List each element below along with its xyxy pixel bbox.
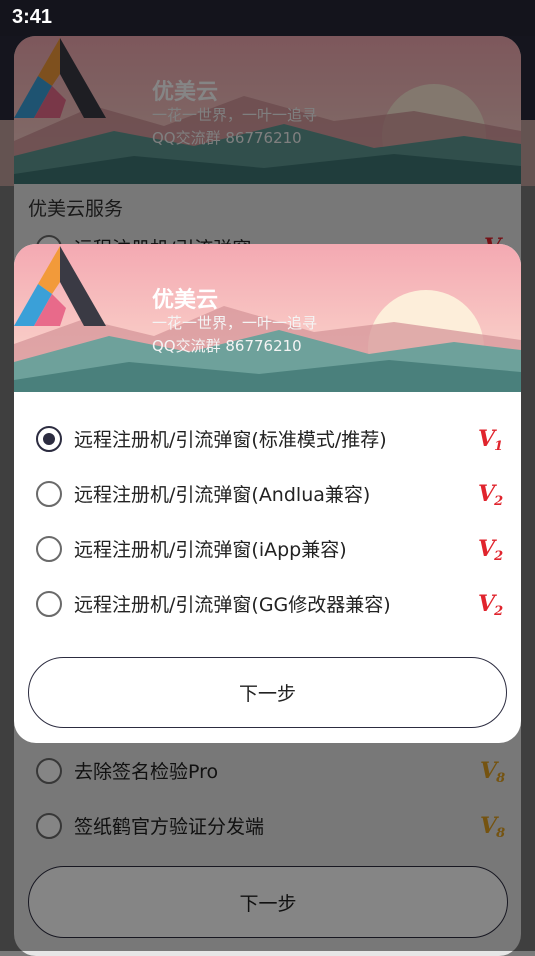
radio-button-selected[interactable] [36, 425, 62, 452]
option-label: 远程注册机/引流弹窗(Andlua兼容) [74, 484, 371, 506]
version-badge: V2 [478, 481, 504, 509]
radio-button[interactable] [36, 590, 62, 617]
next-button[interactable]: 下一步 [28, 657, 507, 728]
mode-select-dialog: 优美云 一花一世界，一叶一追寻 QQ交流群 86776210 远程注册机/引流弹… [14, 244, 521, 743]
radio-button[interactable] [36, 480, 62, 507]
dialog-hero-banner: 优美云 一花一世界，一叶一追寻 QQ交流群 86776210 [14, 244, 521, 392]
status-time: 3:41 [12, 6, 53, 28]
version-badge: V1 [478, 426, 504, 454]
version-badge: V2 [478, 591, 504, 619]
brand-title: 优美云 [152, 288, 219, 313]
brand-subtitle: 一花一世界，一叶一追寻 [152, 314, 318, 332]
option-iapp-compat[interactable]: 远程注册机/引流弹窗(iApp兼容) [36, 535, 347, 562]
app-logo [14, 246, 106, 326]
option-gg-compat[interactable]: 远程注册机/引流弹窗(GG修改器兼容) [36, 590, 391, 617]
option-label: 远程注册机/引流弹窗(iApp兼容) [74, 539, 347, 561]
radio-button[interactable] [36, 535, 62, 562]
option-andlua-compat[interactable]: 远程注册机/引流弹窗(Andlua兼容) [36, 480, 370, 507]
option-label: 远程注册机/引流弹窗(标准模式/推荐) [74, 429, 387, 451]
version-badge: V2 [478, 536, 504, 564]
brand-qq-group: QQ交流群 86776210 [152, 337, 302, 355]
status-bar: 3:41 [0, 0, 535, 36]
option-label: 远程注册机/引流弹窗(GG修改器兼容) [74, 594, 391, 616]
option-standard-mode[interactable]: 远程注册机/引流弹窗(标准模式/推荐) [36, 425, 387, 452]
